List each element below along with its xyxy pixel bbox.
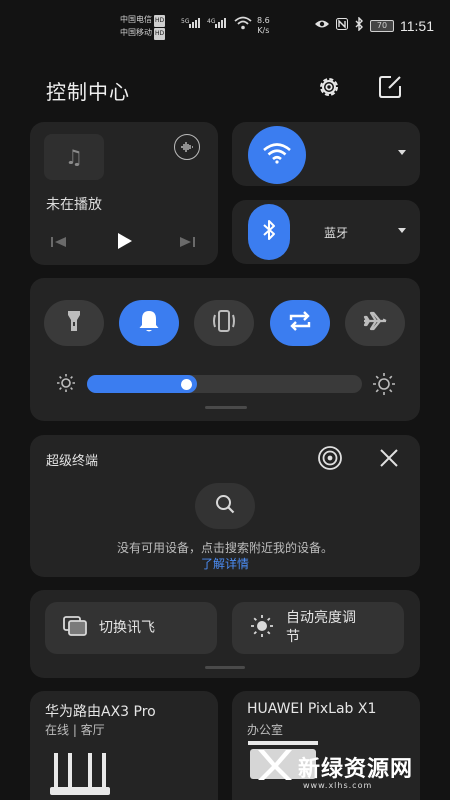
wifi-tile[interactable] <box>232 122 420 186</box>
brightness-high-icon <box>372 372 396 400</box>
device-name: HUAWEI PixLab X1 <box>247 701 377 717</box>
airplane-icon <box>362 310 388 336</box>
auto-brightness-button[interactable]: 自动亮度调 节 <box>232 602 404 654</box>
watermark-url: www.xlhs.com <box>303 781 373 790</box>
edit-icon <box>377 74 403 104</box>
music-card[interactable]: ♫ 未在播放 <box>30 122 218 265</box>
super-device-card: 超级终端 没有可用设备，点击搜索附近我的设备。 了解详情 <box>30 435 420 577</box>
rotate-icon <box>288 310 312 336</box>
music-note-icon: ♫ <box>65 145 83 169</box>
learn-more-link[interactable]: 了解详情 <box>30 555 420 572</box>
expand-handle[interactable] <box>205 666 245 669</box>
auto-brightness-label: 自动亮度调 节 <box>286 610 356 645</box>
watermark-logo <box>256 748 292 786</box>
playback-status: 未在播放 <box>46 197 102 213</box>
chevron-down-icon[interactable] <box>398 150 406 155</box>
brightness-knob[interactable] <box>181 379 192 390</box>
brightness-slider[interactable] <box>87 375 362 393</box>
device-status: 在线 | 客厅 <box>45 723 105 737</box>
clock: 11:51 <box>400 17 434 34</box>
chevron-down-icon[interactable] <box>398 228 406 233</box>
sound-toggle[interactable] <box>119 300 179 346</box>
device-discovery-button[interactable] <box>316 445 344 475</box>
airplane-mode-toggle[interactable] <box>345 300 405 346</box>
bell-icon <box>138 309 160 337</box>
signal-icon <box>189 18 200 28</box>
play-icon <box>118 233 132 249</box>
audio-switch-icon <box>180 138 194 157</box>
signal-icon <box>215 18 226 28</box>
flashlight-toggle[interactable] <box>44 300 104 346</box>
vibrate-toggle[interactable] <box>194 300 254 346</box>
device-name: 华为路由AX3 Pro <box>45 704 156 720</box>
next-button[interactable] <box>178 234 196 253</box>
search-devices-button[interactable] <box>195 483 255 529</box>
audio-switch-button[interactable] <box>174 134 200 160</box>
empty-message: 没有可用设备，点击搜索附近我的设备。 <box>116 541 333 555</box>
auto-rotate-toggle[interactable] <box>270 300 330 346</box>
carrier-1: 中国电信 <box>120 15 152 24</box>
status-bar: 中国电信 HD 中国移动 HD 5G 4G 8.6 K/s 70 11:51 <box>0 0 450 50</box>
vibrate-icon <box>210 310 238 336</box>
router-icon <box>48 751 112 799</box>
play-button[interactable] <box>114 231 134 255</box>
bluetooth-icon <box>262 219 276 245</box>
bluetooth-icon <box>354 16 364 34</box>
wifi-toggle[interactable] <box>248 126 306 184</box>
brightness-low-icon <box>56 373 76 397</box>
eye-icon <box>314 18 330 33</box>
carrier-2: 中国移动 <box>120 28 152 37</box>
radar-icon <box>318 446 342 470</box>
battery-indicator: 70 <box>370 19 394 32</box>
bluetooth-tile[interactable]: 蓝牙 <box>232 200 420 264</box>
brightness-icon <box>250 614 274 642</box>
hd-badge: HD <box>154 28 166 40</box>
close-icon <box>380 449 398 467</box>
page-title: 控制中心 <box>46 80 130 104</box>
nfc-icon <box>336 18 348 33</box>
watermark-text: 新绿资源网 <box>298 757 414 782</box>
switch-input-method-button[interactable]: 切换讯飞 <box>45 602 217 654</box>
previous-icon <box>51 237 66 247</box>
network-speed: 8.6 K/s <box>257 16 270 35</box>
bluetooth-label: 蓝牙 <box>324 226 349 240</box>
next-icon <box>180 237 195 247</box>
album-art: ♫ <box>44 134 104 180</box>
expand-handle[interactable] <box>205 406 247 409</box>
brightness-row <box>50 372 400 397</box>
bluetooth-toggle[interactable] <box>248 204 290 260</box>
previous-button[interactable] <box>50 234 68 253</box>
edit-button[interactable] <box>375 74 405 104</box>
search-icon <box>214 493 236 519</box>
switch-input-method-label: 切换讯飞 <box>99 619 155 636</box>
device-location: 办公室 <box>247 723 284 737</box>
hd-badge: HD <box>154 15 166 27</box>
quick-toggles-panel <box>30 278 420 421</box>
settings-button[interactable] <box>314 74 344 104</box>
switch-window-icon <box>63 616 87 640</box>
super-device-title: 超级终端 <box>46 454 99 469</box>
device-card-router[interactable]: 华为路由AX3 Pro 在线 | 客厅 <box>30 691 218 800</box>
gear-icon <box>316 74 342 104</box>
flashlight-icon <box>66 309 82 337</box>
close-button[interactable] <box>379 448 399 472</box>
wifi-status-icon <box>234 15 252 34</box>
carrier-info: 中国电信 HD 中国移动 HD <box>120 14 166 40</box>
wifi-icon <box>262 142 292 168</box>
shortcuts-panel: 切换讯飞 自动亮度调 节 <box>30 590 420 678</box>
